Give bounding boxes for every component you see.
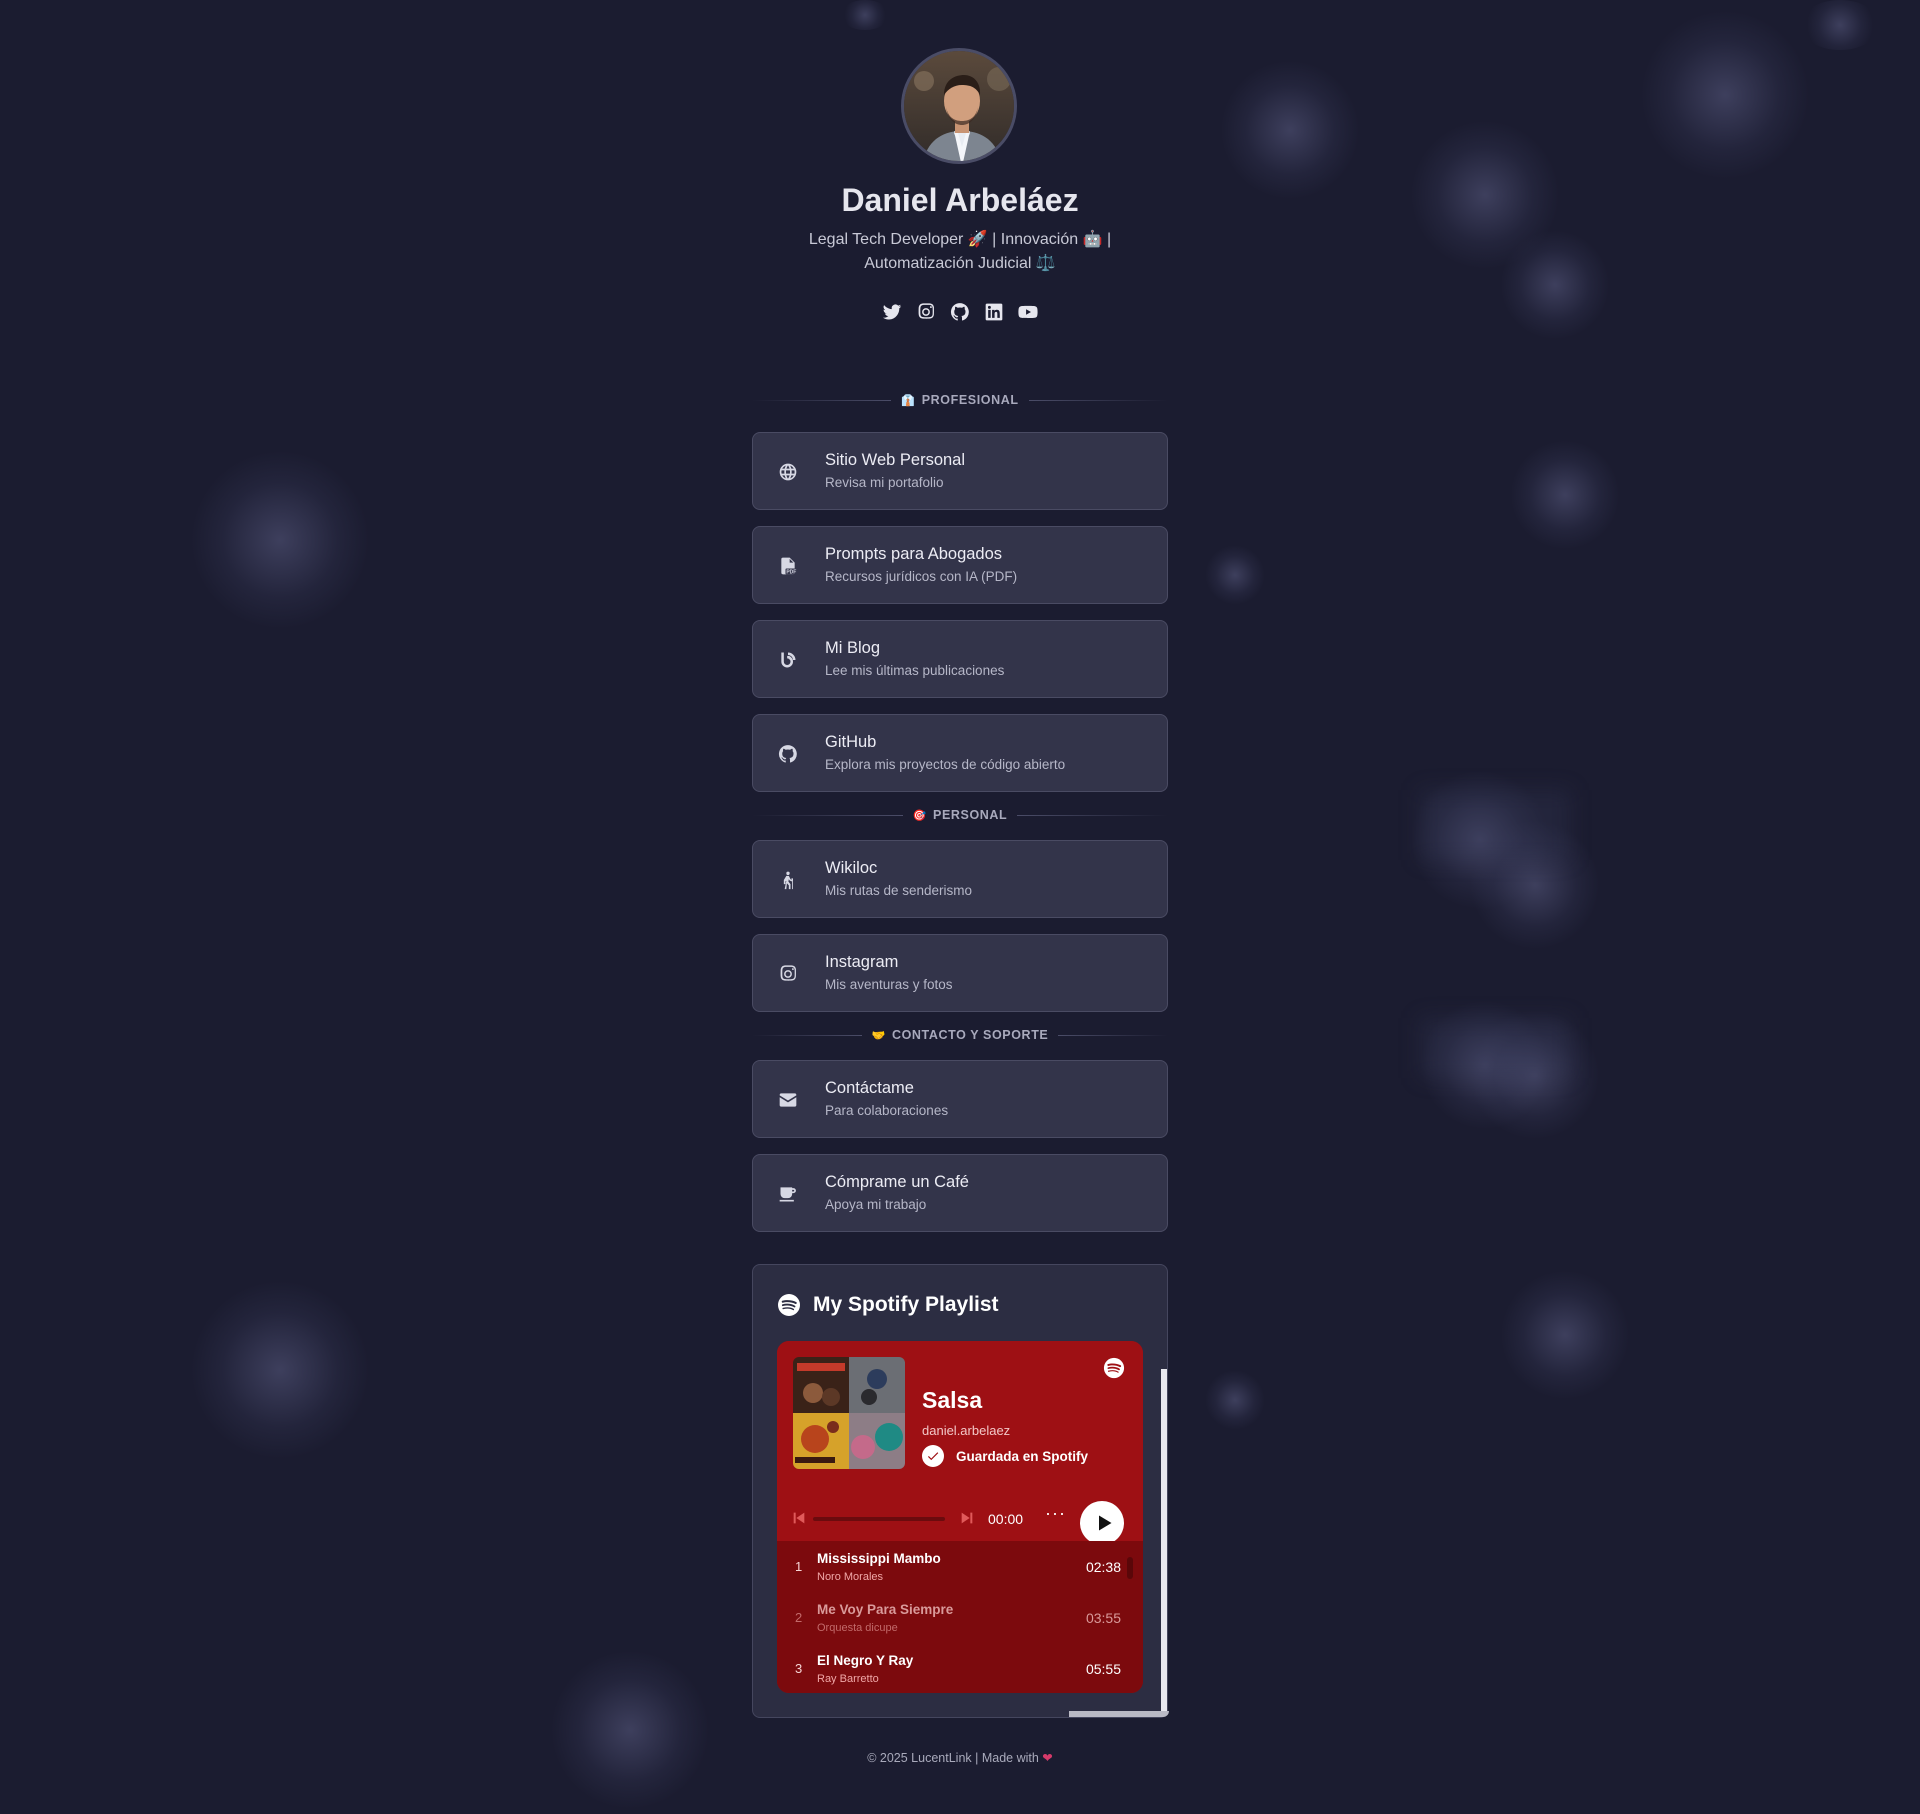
section-title: PROFESIONAL <box>921 393 1019 407</box>
track-list: 1 Mississippi Mambo Noro Morales 02:38 2… <box>777 1541 1143 1693</box>
track-title: Mississippi Mambo <box>817 1551 941 1566</box>
link-card-prompts[interactable]: PDF Prompts para Abogados Recursos juríd… <box>752 526 1168 604</box>
spotify-card: My Spotify Playlist Salsa daniel.arbelae… <box>752 1264 1169 1718</box>
spotify-heading: My Spotify Playlist <box>777 1293 999 1317</box>
track-row[interactable]: 2 Me Voy Para Siempre Orquesta dicupe 03… <box>777 1594 1127 1644</box>
link-subtitle: Lee mis últimas publicaciones <box>825 663 1005 678</box>
linkedin-icon[interactable] <box>983 300 1005 324</box>
track-title: El Negro Y Ray <box>817 1653 914 1668</box>
track-duration: 05:55 <box>1085 1661 1121 1677</box>
link-title: Instagram <box>825 953 899 971</box>
section-title: PERSONAL <box>933 808 1008 822</box>
check-icon <box>922 1445 944 1467</box>
track-artist: Noro Morales <box>817 1571 884 1583</box>
envelope-icon <box>777 1089 799 1111</box>
pdf-file-icon: PDF <box>777 555 799 577</box>
link-card-blog[interactable]: Mi Blog Lee mis últimas publicaciones <box>752 620 1168 698</box>
blog-icon <box>777 649 799 671</box>
player-controls: 00:00 ··· <box>791 1501 1131 1545</box>
globe-icon <box>777 461 799 483</box>
handshake-icon: 🤝 <box>871 1029 886 1042</box>
link-title: Wikiloc <box>825 859 878 877</box>
section-contacto: 🤝 CONTACTO Y SOPORTE <box>752 1025 1169 1045</box>
track-title: Me Voy Para Siempre <box>817 1602 954 1617</box>
link-title: Contáctame <box>825 1079 914 1097</box>
track-row[interactable]: 3 El Negro Y Ray Ray Barretto 05:55 <box>777 1645 1127 1693</box>
track-number: 1 <box>795 1559 803 1574</box>
link-title: Sitio Web Personal <box>825 451 966 469</box>
section-title: CONTACTO Y SOPORTE <box>891 1028 1049 1042</box>
bio-line-1: Legal Tech Developer 🚀 | Innovación 🤖 | <box>808 231 1112 248</box>
target-icon: 🎯 <box>912 809 928 822</box>
profile-bio: Legal Tech Developer 🚀 | Innovación 🤖 | … <box>792 228 1128 276</box>
embed-header: Salsa daniel.arbelaez Guardada en Spotif… <box>777 1341 1143 1545</box>
heart-icon: ❤ <box>1042 1751 1053 1765</box>
section-personal: 🎯 PERSONAL <box>752 805 1168 825</box>
cover-art <box>793 1357 905 1469</box>
instagram-icon[interactable] <box>915 300 937 324</box>
youtube-icon[interactable] <box>1017 300 1039 324</box>
link-subtitle: Apoya mi trabajo <box>825 1197 927 1212</box>
track-number: 3 <box>795 1661 803 1676</box>
link-title: GitHub <box>825 733 877 751</box>
avatar-photo <box>904 51 1014 161</box>
avatar <box>901 48 1017 164</box>
link-card-coffee[interactable]: Cómprame un Café Apoya mi trabajo <box>752 1154 1168 1232</box>
next-icon[interactable] <box>959 1510 975 1526</box>
social-icons <box>752 300 1168 324</box>
spotify-logo-icon[interactable] <box>1103 1357 1125 1379</box>
spotify-embed: Salsa daniel.arbelaez Guardada en Spotif… <box>777 1341 1143 1693</box>
track-duration: 02:38 <box>1085 1559 1121 1575</box>
link-card-github[interactable]: GitHub Explora mis proyectos de código a… <box>752 714 1168 792</box>
track-number: 2 <box>795 1610 803 1625</box>
link-card-wikiloc[interactable]: Wikiloc Mis rutas de senderismo <box>752 840 1168 918</box>
github-icon[interactable] <box>949 300 971 324</box>
link-card-instagram[interactable]: Instagram Mis aventuras y fotos <box>752 934 1168 1012</box>
track-artist: Ray Barretto <box>817 1673 879 1685</box>
profile-name: Daniel Arbeláez <box>841 182 1079 218</box>
footer: © 2025 LucentLink | Made with ❤ <box>752 1750 1168 1765</box>
link-title: Cómprame un Café <box>825 1173 969 1191</box>
playlist-owner[interactable]: daniel.arbelaez <box>922 1423 1010 1438</box>
playback-time: 00:00 <box>988 1511 1024 1527</box>
link-subtitle: Para colaboraciones <box>825 1103 949 1118</box>
link-subtitle: Revisa mi portafolio <box>825 475 944 490</box>
svg-text:PDF: PDF <box>786 570 796 576</box>
briefcase-icon: 👔 <box>901 394 916 407</box>
section-profesional: 👔 PROFESIONAL <box>752 390 1168 410</box>
spotify-heading-text: My Spotify Playlist <box>813 1293 999 1316</box>
hiking-icon <box>777 869 799 891</box>
twitter-icon[interactable] <box>881 300 903 324</box>
previous-icon[interactable] <box>791 1510 807 1526</box>
spotify-scrollbar[interactable] <box>1161 1369 1167 1717</box>
track-list-scrollbar[interactable] <box>1127 1557 1133 1579</box>
link-subtitle: Explora mis proyectos de código abierto <box>825 757 1066 772</box>
more-options-button[interactable]: ··· <box>1045 1503 1066 1524</box>
track-duration: 03:55 <box>1085 1610 1121 1626</box>
playlist-cover[interactable] <box>793 1357 905 1469</box>
link-title: Prompts para Abogados <box>825 545 1003 563</box>
coffee-icon <box>777 1183 799 1205</box>
github-icon <box>777 743 799 765</box>
bio-line-2: Automatización Judicial ⚖️ <box>864 255 1056 272</box>
instagram-icon <box>777 963 799 985</box>
progress-bar[interactable] <box>813 1517 945 1521</box>
track-artist: Orquesta dicupe <box>817 1622 898 1634</box>
play-icon <box>1098 1515 1111 1531</box>
footer-text: © 2025 LucentLink | Made with <box>867 1751 1039 1765</box>
saved-status[interactable]: Guardada en Spotify <box>922 1445 1088 1467</box>
play-button[interactable] <box>1080 1501 1124 1545</box>
track-row[interactable]: 1 Mississippi Mambo Noro Morales 02:38 <box>777 1543 1127 1593</box>
spotify-scrollbar-horizontal[interactable] <box>1069 1711 1169 1717</box>
link-title: Mi Blog <box>825 639 881 657</box>
saved-label: Guardada en Spotify <box>956 1448 1089 1464</box>
playlist-title[interactable]: Salsa <box>922 1387 982 1414</box>
spotify-icon <box>778 1294 800 1316</box>
link-subtitle: Recursos jurídicos con IA (PDF) <box>825 569 1018 584</box>
link-subtitle: Mis aventuras y fotos <box>825 977 953 992</box>
link-card-website[interactable]: Sitio Web Personal Revisa mi portafolio <box>752 432 1168 510</box>
link-subtitle: Mis rutas de senderismo <box>825 883 973 898</box>
link-card-contact[interactable]: Contáctame Para colaboraciones <box>752 1060 1168 1138</box>
